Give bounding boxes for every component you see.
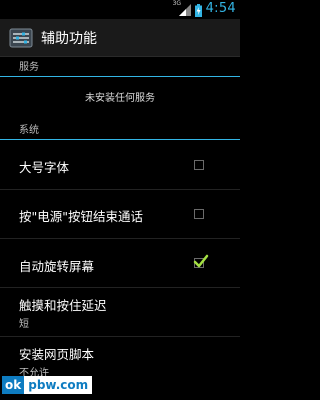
auto-rotate-checkbox[interactable] bbox=[193, 254, 209, 268]
setting-auto-rotate[interactable]: 自动旋转屏幕 bbox=[0, 239, 240, 288]
watermark-logo: ok pbw.com bbox=[2, 376, 93, 394]
setting-summary: 短 bbox=[19, 319, 29, 330]
setting-label: 按"电源"按钮结束通话 bbox=[19, 209, 143, 224]
setting-label: 安装网页脚本 bbox=[19, 347, 95, 362]
large-text-checkbox[interactable] bbox=[194, 160, 204, 170]
setting-label: 触摸和按住延迟 bbox=[19, 298, 107, 313]
battery-icon bbox=[194, 2, 202, 17]
setting-label: 大号字体 bbox=[19, 160, 70, 175]
setting-label: 自动旋转屏幕 bbox=[19, 259, 95, 274]
signal-icon: 3G bbox=[173, 0, 191, 16]
section-label: 系统 bbox=[19, 125, 39, 136]
status-bar: 3G 4:54 bbox=[0, 0, 240, 19]
services-empty-text: 未安装任何服务 bbox=[85, 93, 155, 104]
setting-touch-hold-delay[interactable]: 触摸和按住延迟 短 bbox=[0, 288, 240, 337]
setting-power-ends-call[interactable]: 按"电源"按钮结束通话 bbox=[0, 190, 240, 239]
power-ends-call-checkbox[interactable] bbox=[194, 209, 204, 219]
action-bar: 辅助功能 bbox=[0, 19, 240, 57]
page-title: 辅助功能 bbox=[41, 30, 97, 47]
setting-large-text[interactable]: 大号字体 bbox=[0, 142, 240, 190]
section-header-services: 服务 bbox=[0, 56, 240, 77]
settings-app-icon[interactable] bbox=[9, 28, 33, 48]
checkmark-icon bbox=[193, 254, 209, 268]
section-header-system: 系统 bbox=[0, 119, 240, 140]
clock: 4:54 bbox=[205, 1, 236, 16]
section-label: 服务 bbox=[19, 62, 39, 73]
